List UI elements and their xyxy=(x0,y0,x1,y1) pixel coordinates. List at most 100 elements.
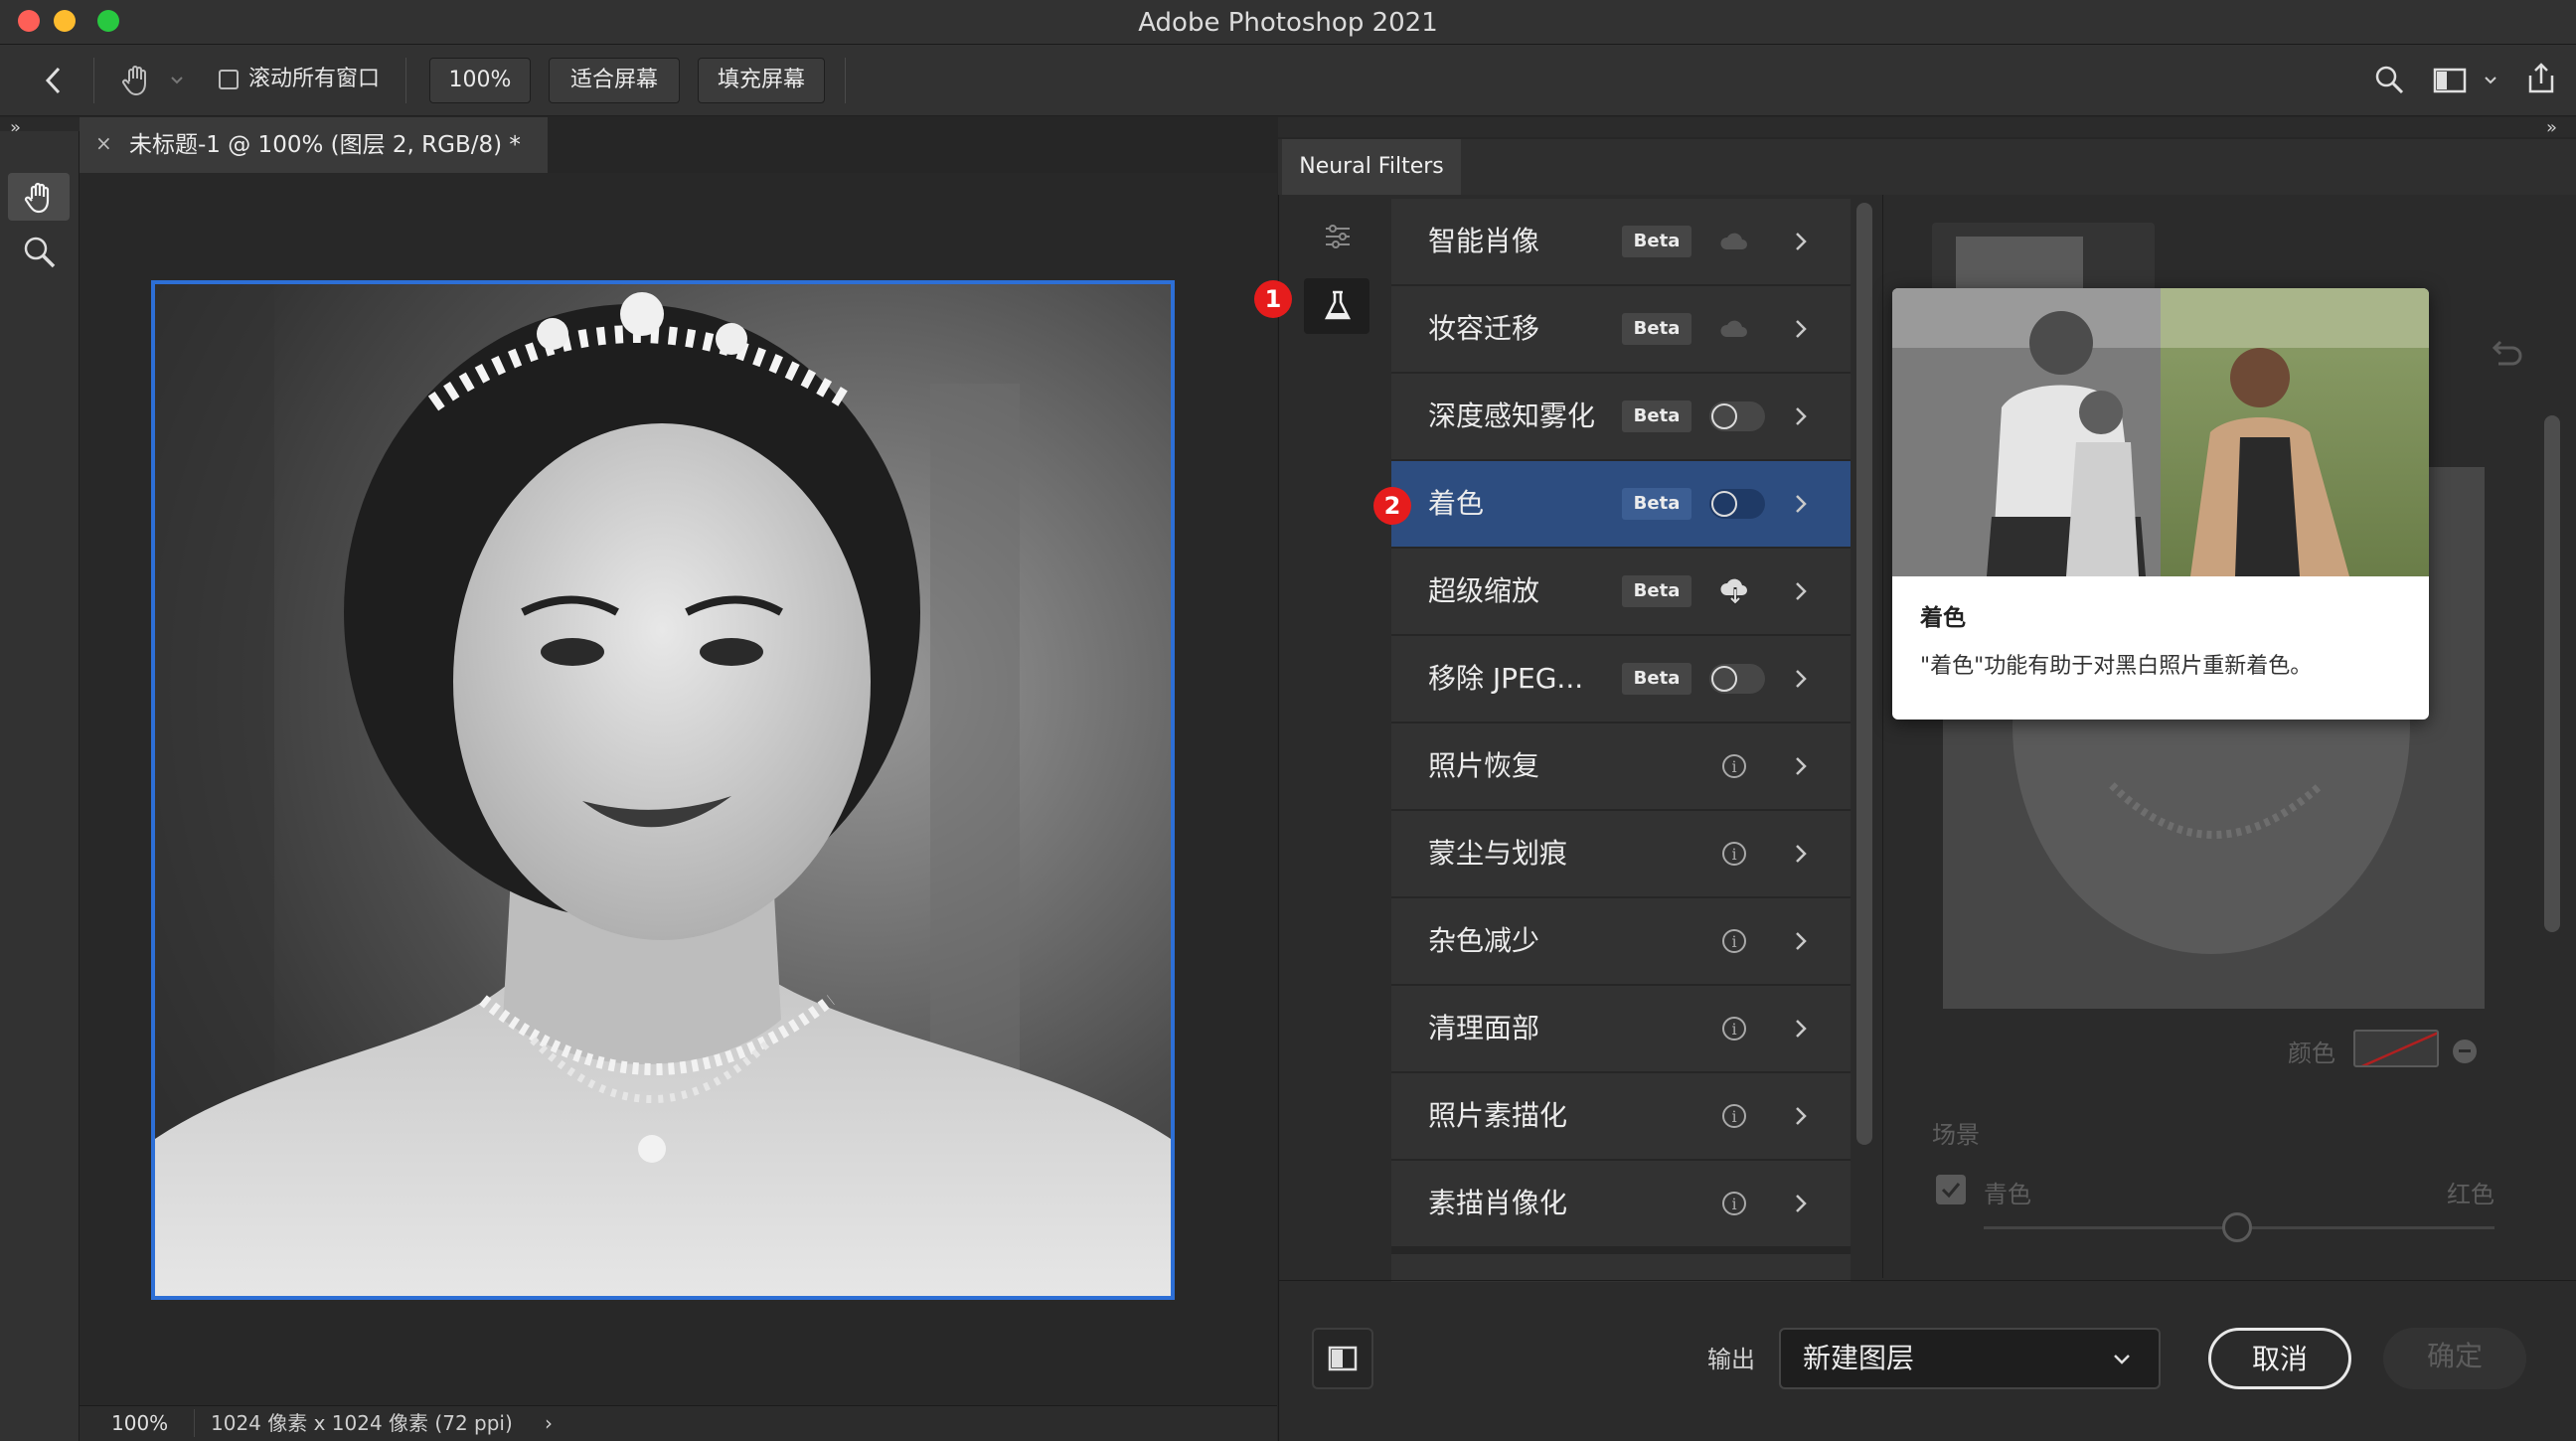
info-icon[interactable]: i xyxy=(1722,1104,1746,1128)
cyan-red-slider-thumb[interactable] xyxy=(2222,1212,2252,1242)
zoom-readout[interactable]: 100% xyxy=(111,1409,168,1437)
cyan-label: 青色 xyxy=(1984,1181,2031,1208)
panel-header-strip xyxy=(1278,117,2576,137)
tooltip-title: 着色 xyxy=(1920,605,1966,631)
search-icon[interactable] xyxy=(2373,64,2405,95)
output-label: 输出 xyxy=(1707,1346,1755,1373)
info-icon[interactable]: i xyxy=(1722,1017,1746,1041)
chevron-right-icon[interactable] xyxy=(1789,230,1813,253)
beta-badge: Beta xyxy=(1622,313,1691,345)
filter-name: 蒙尘与划痕 xyxy=(1428,837,1568,870)
neural-filters-tab[interactable]: Neural Filters xyxy=(1282,139,1461,195)
document-image[interactable] xyxy=(151,280,1175,1300)
color-label: 颜色 xyxy=(2288,1040,2335,1067)
filter-toggle[interactable] xyxy=(1709,664,1765,694)
preview-thumbnail xyxy=(1956,237,2083,296)
hand-icon[interactable] xyxy=(22,179,58,215)
panel-divider xyxy=(1882,195,1883,1278)
separator xyxy=(194,1409,195,1437)
filter-toggle[interactable] xyxy=(1709,401,1765,431)
zoom-100-button[interactable]: 100% xyxy=(429,58,531,103)
window-title: Adobe Photoshop 2021 xyxy=(1138,8,1438,38)
reset-icon[interactable] xyxy=(2489,338,2524,372)
scroll-all-windows-checkbox[interactable] xyxy=(219,70,239,89)
zoom-tool-icon[interactable] xyxy=(22,235,58,270)
filter-name: 妆容迁移 xyxy=(1428,312,1540,345)
tooltip-description: "着色"功能有助于对黑白照片重新着色。 xyxy=(1920,654,2313,679)
list-item-partial xyxy=(1391,1254,1851,1282)
beta-badge: Beta xyxy=(1622,575,1691,607)
filter-name: 着色 xyxy=(1428,487,1485,520)
chevron-right-icon[interactable] xyxy=(1789,317,1813,341)
collapse-panel-icon[interactable]: » xyxy=(2546,117,2557,138)
ok-button[interactable]: 确定 xyxy=(2383,1328,2526,1389)
filter-tooltip: 着色 "着色"功能有助于对黑白照片重新着色。 xyxy=(1892,288,2429,720)
show-original-button[interactable] xyxy=(1312,1328,1373,1389)
chevron-right-icon[interactable] xyxy=(1789,1192,1813,1215)
output-select-value: 新建图层 xyxy=(1803,1342,1915,1374)
chevron-right-icon[interactable] xyxy=(1789,404,1813,428)
beta-badge: Beta xyxy=(1622,226,1691,257)
hand-tool-icon[interactable] xyxy=(119,62,155,97)
chevron-right-icon[interactable] xyxy=(1789,492,1813,516)
filter-toggle[interactable] xyxy=(1709,489,1765,519)
beta-badge: Beta xyxy=(1622,488,1691,520)
color-swatch[interactable] xyxy=(2353,1030,2439,1067)
back-icon[interactable] xyxy=(40,66,70,95)
remove-color-icon[interactable] xyxy=(2453,1040,2477,1063)
chevron-down-icon[interactable] xyxy=(169,72,185,87)
footer-divider xyxy=(1278,1280,2576,1281)
all-filters-sliders-icon[interactable] xyxy=(1322,221,1354,252)
panel-tab-bar xyxy=(1278,139,2576,195)
scene-label: 场景 xyxy=(1932,1121,1980,1149)
options-bar xyxy=(0,45,2576,116)
filter-name: 杂色减少 xyxy=(1428,924,1540,957)
cloud-download-icon[interactable] xyxy=(1719,577,1751,606)
chevron-right-icon[interactable] xyxy=(1789,1017,1813,1041)
scroll-all-windows-label: 滚动所有窗口 xyxy=(248,67,381,91)
chevron-right-icon[interactable] xyxy=(1789,842,1813,866)
cancel-button[interactable]: 取消 xyxy=(2208,1328,2351,1389)
filter-name: 照片恢复 xyxy=(1428,749,1540,782)
filter-name: 超级缩放 xyxy=(1428,574,1540,607)
filter-name: 深度感知雾化 xyxy=(1428,400,1596,432)
chevron-right-icon[interactable] xyxy=(1789,579,1813,603)
workspace-icon[interactable] xyxy=(2433,66,2467,95)
filter-list-scrollbar[interactable] xyxy=(1856,203,1872,1145)
separator xyxy=(405,58,406,103)
chevron-right-icon[interactable] xyxy=(1789,1104,1813,1128)
flask-icon xyxy=(1323,290,1353,322)
document-dimensions: 1024 像素 x 1024 像素 (72 ppi) xyxy=(211,1411,513,1435)
chevron-right-icon[interactable] xyxy=(1789,929,1813,953)
beta-badge: Beta xyxy=(1622,400,1691,432)
filter-name: 素描肖像化 xyxy=(1428,1187,1568,1219)
status-chevron-icon[interactable]: › xyxy=(545,1411,553,1435)
filter-name: 照片素描化 xyxy=(1428,1099,1568,1132)
settings-scrollbar[interactable] xyxy=(2544,415,2560,932)
filter-name: 清理面部 xyxy=(1428,1012,1540,1044)
tooltip-example-image xyxy=(1892,288,2429,576)
tools-panel xyxy=(0,131,80,1441)
filter-name: 智能肖像 xyxy=(1428,225,1540,257)
share-icon[interactable] xyxy=(2524,62,2558,95)
cloud-icon xyxy=(1719,230,1749,253)
fit-screen-button[interactable]: 适合屏幕 xyxy=(549,58,680,103)
separator xyxy=(93,58,94,103)
info-icon[interactable]: i xyxy=(1722,929,1746,953)
chevron-down-icon[interactable] xyxy=(2483,72,2498,87)
close-tab-icon[interactable]: × xyxy=(95,131,112,155)
chevron-right-icon[interactable] xyxy=(1789,667,1813,691)
separator xyxy=(845,58,846,103)
red-label: 红色 xyxy=(2447,1181,2495,1208)
beta-badge: Beta xyxy=(1622,663,1691,695)
filter-name: 移除 JPEG... xyxy=(1428,662,1584,695)
fill-screen-button[interactable]: 填充屏幕 xyxy=(698,58,825,103)
chevron-right-icon[interactable] xyxy=(1789,754,1813,778)
document-tab-title: 未标题-1 @ 100% (图层 2, RGB/8) * xyxy=(129,132,521,158)
info-icon[interactable]: i xyxy=(1722,842,1746,866)
info-icon[interactable]: i xyxy=(1722,754,1746,778)
chevron-down-icon[interactable] xyxy=(2111,1348,2133,1369)
annotation-marker-1: 1 xyxy=(1254,280,1292,318)
info-icon[interactable]: i xyxy=(1722,1192,1746,1215)
cyan-checkbox[interactable] xyxy=(1936,1175,1966,1204)
